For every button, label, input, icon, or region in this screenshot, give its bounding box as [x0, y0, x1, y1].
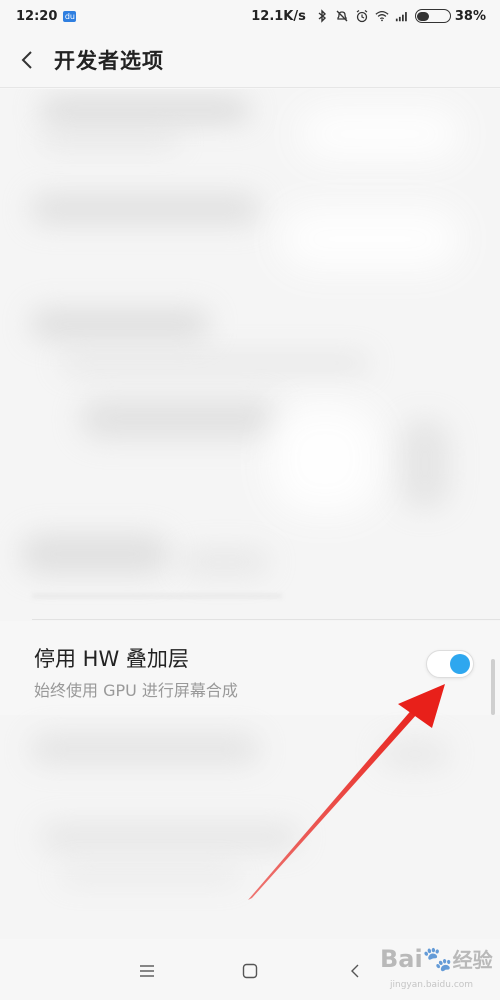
scrollbar[interactable]: [491, 659, 495, 715]
status-time: 12:20: [16, 8, 58, 24]
back-icon: [351, 964, 359, 978]
menu-button[interactable]: [130, 954, 164, 988]
list-divider: [32, 619, 500, 620]
page-title: 开发者选项: [54, 48, 164, 73]
signal-icon: [395, 12, 407, 22]
blurred-setting-row: [0, 89, 500, 169]
toggle-knob: [450, 654, 470, 674]
setting-summary: 始终使用 GPU 进行屏幕合成: [34, 681, 238, 700]
blurred-setting-row: [0, 179, 500, 269]
app-notification-icon: du: [63, 10, 77, 22]
setting-title: 停用 HW 叠加层: [34, 647, 189, 671]
setting-disable-hw-overlays[interactable]: 停用 HW 叠加层 始终使用 GPU 进行屏幕合成: [0, 621, 500, 715]
back-button[interactable]: [0, 32, 54, 88]
home-button[interactable]: [233, 954, 267, 988]
alarm-icon: [356, 10, 368, 23]
watermark-text: Bai: [380, 945, 423, 973]
status-right: 12.1K/s 38%: [251, 9, 486, 24]
status-bar: 12:20 du 12.1K/s 38%: [0, 0, 500, 32]
blurred-setting-row: [0, 519, 500, 599]
watermark-text-2: 经验: [452, 948, 493, 972]
watermark-url: jingyan.baidu.com: [390, 980, 474, 990]
blurred-setting-row: [0, 299, 500, 379]
battery-fill: [417, 11, 430, 21]
battery-percent: 38%: [454, 8, 486, 24]
watermark-paw-icon: 🐾: [422, 945, 453, 973]
battery: 38%: [414, 8, 486, 24]
action-bar: 开发者选项: [0, 32, 500, 88]
settings-list: 停用 HW 叠加层 始终使用 GPU 进行屏幕合成: [0, 89, 500, 939]
nav-back-button[interactable]: [338, 954, 372, 988]
status-left: 12:20 du: [16, 8, 77, 24]
bluetooth-icon: [318, 9, 326, 23]
blurred-setting-row: [0, 399, 500, 514]
blurred-setting-row: [0, 819, 500, 899]
hw-overlay-toggle[interactable]: [426, 650, 474, 678]
chevron-left-icon: [21, 50, 32, 69]
baidu-jingyan-watermark: Bai🐾经验 jingyan.baidu.com: [380, 944, 498, 996]
network-speed: 12.1K/s: [251, 8, 306, 24]
blurred-text-fragment: [32, 594, 282, 598]
wifi-icon: [375, 11, 389, 22]
home-icon: [242, 963, 258, 979]
mute-bell-icon: [336, 10, 348, 22]
blurred-setting-row: [0, 729, 500, 809]
battery-icon: [414, 9, 451, 23]
menu-icon: [140, 965, 154, 977]
